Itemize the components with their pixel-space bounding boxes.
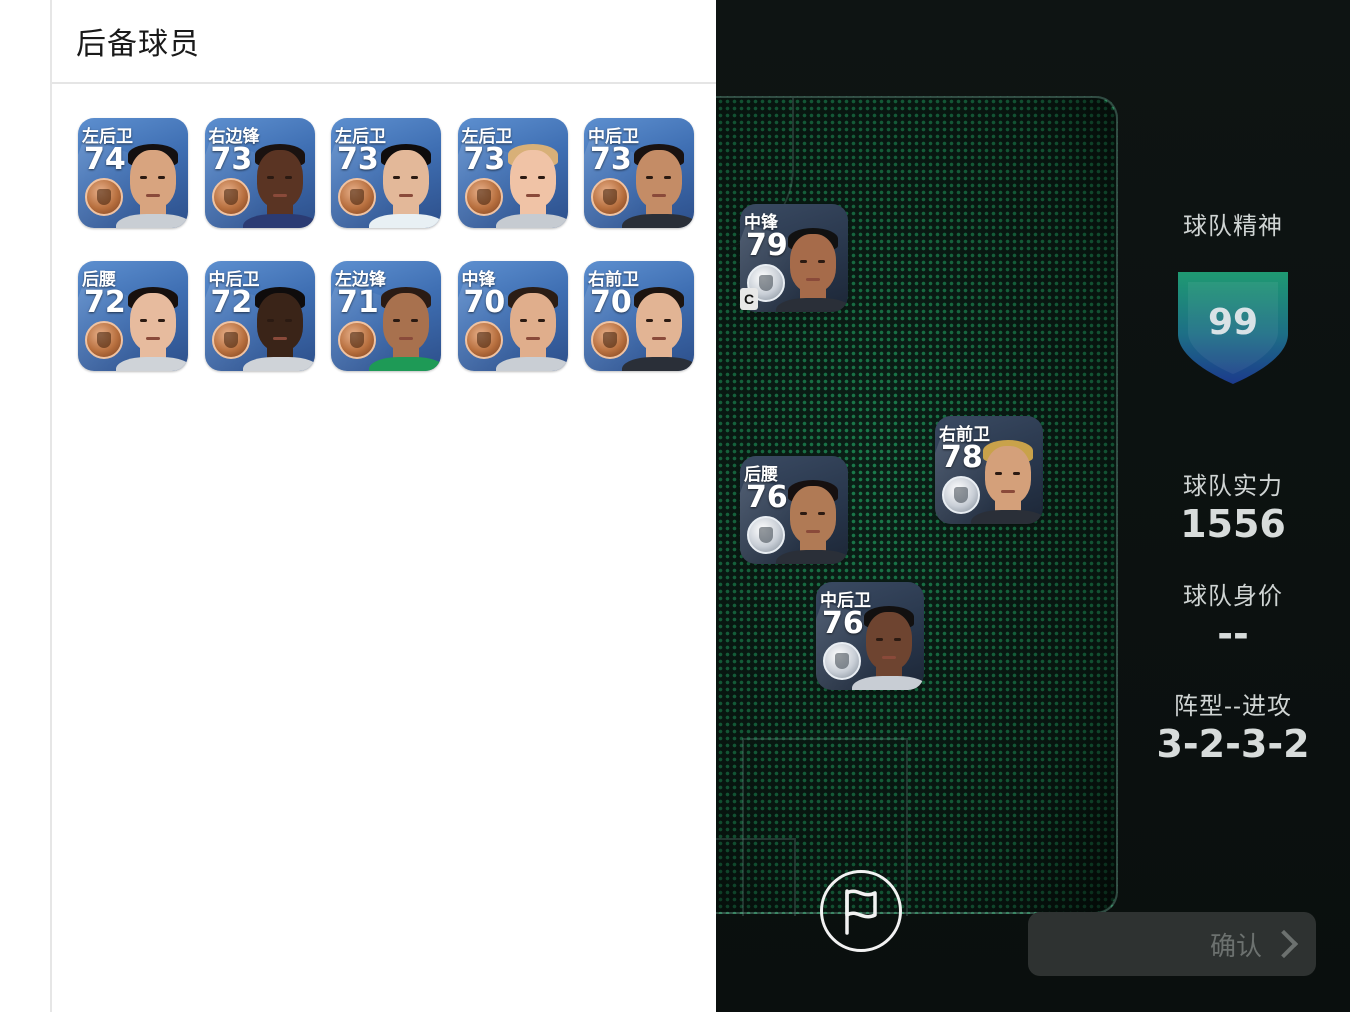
player-rating: 73 [590,142,632,177]
player-rating: 76 [822,606,864,641]
reserve-player-card[interactable]: 左边锋 71 [331,261,441,371]
reserve-player-card[interactable]: 左后卫 74 [78,118,188,228]
player-rating: 73 [463,142,506,177]
team-value-label: 球队身价 [1183,583,1283,610]
medal-icon [591,321,629,359]
player-rating: 70 [463,285,506,320]
player-rating: 76 [746,480,788,515]
flag-button[interactable] [820,870,902,952]
player-rating: 73 [210,142,253,177]
medal-icon [942,476,980,514]
player-rating: 74 [84,142,126,177]
team-value-value: -- [1217,612,1249,656]
player-rating: 72 [84,285,126,320]
player-portrait [971,434,1043,524]
player-portrait [622,281,694,371]
shield-icon: 99 [1178,272,1288,384]
reserves-grid: 左后卫 74 右边锋 73 左后卫 73 左后卫 73 中后卫 73 后腰 72 中后卫 72 左边锋 71 中… [78,118,694,371]
medal-icon [338,321,376,359]
team-strength-value: 1556 [1180,502,1286,546]
player-rating: 72 [210,285,253,320]
reserve-player-card[interactable]: 后腰 72 [78,261,188,371]
captain-badge: C [740,288,758,310]
formation-value: 3-2-3-2 [1156,722,1310,766]
player-portrait [622,138,694,228]
medal-icon [747,516,785,554]
player-portrait [495,138,568,228]
panel-gutter [0,0,50,1012]
reserve-player-card[interactable]: 左后卫 73 [457,118,568,228]
player-portrait [116,138,188,228]
player-portrait [852,600,924,690]
team-spirit-label: 球队精神 [1183,213,1283,240]
player-rating: 71 [337,285,379,320]
panel-title: 后备球员 [76,28,200,61]
reserves-panel: 后备球员 左后卫 74 右边锋 73 左后卫 73 左后卫 73 中后卫 73 后腰 72 中后卫 72 左… [50,0,716,1012]
pitch-player-card-rm[interactable]: 右前卫 78 [935,416,1043,524]
medal-icon [591,178,629,216]
player-portrait [495,281,568,371]
player-rating: 73 [337,142,379,177]
medal-icon [338,178,376,216]
flag-icon [845,889,877,935]
reserve-player-card[interactable]: 中后卫 72 [204,261,315,371]
medal-icon [464,321,503,359]
medal-icon [85,178,123,216]
goal-box [702,838,796,916]
medal-icon [823,642,861,680]
player-portrait [116,281,188,371]
medal-icon [211,321,250,359]
player-rating: 79 [746,228,788,263]
reserve-player-card[interactable]: 右前卫 70 [584,261,694,371]
reserve-player-card[interactable]: 中后卫 73 [584,118,694,228]
pitch-player-card-dm[interactable]: 后腰 76 [740,456,848,564]
medal-icon [464,178,503,216]
player-portrait [776,474,848,564]
player-portrait [776,222,848,312]
medal-icon [211,178,250,216]
player-portrait [369,281,441,371]
player-portrait [242,281,315,371]
confirm-button[interactable]: 确认 [1028,912,1316,976]
panel-header: 后备球员 [52,0,716,84]
player-rating: 78 [941,440,983,475]
pitch-player-card-cb[interactable]: 中后卫 76 [816,582,924,690]
team-spirit-value: 99 [1208,302,1258,343]
confirm-label: 确认 [1209,930,1262,961]
player-portrait [369,138,441,228]
team-strength-label: 球队实力 [1183,473,1283,500]
reserve-player-card[interactable]: 左后卫 73 [331,118,441,228]
player-portrait [242,138,315,228]
reserve-player-card[interactable]: 右边锋 73 [204,118,315,228]
chevron-right-icon [1269,929,1299,959]
player-rating: 70 [590,285,632,320]
medal-icon [85,321,123,359]
reserve-player-card[interactable]: 中锋 70 [457,261,568,371]
formation-label: 阵型--进攻 [1174,693,1292,720]
